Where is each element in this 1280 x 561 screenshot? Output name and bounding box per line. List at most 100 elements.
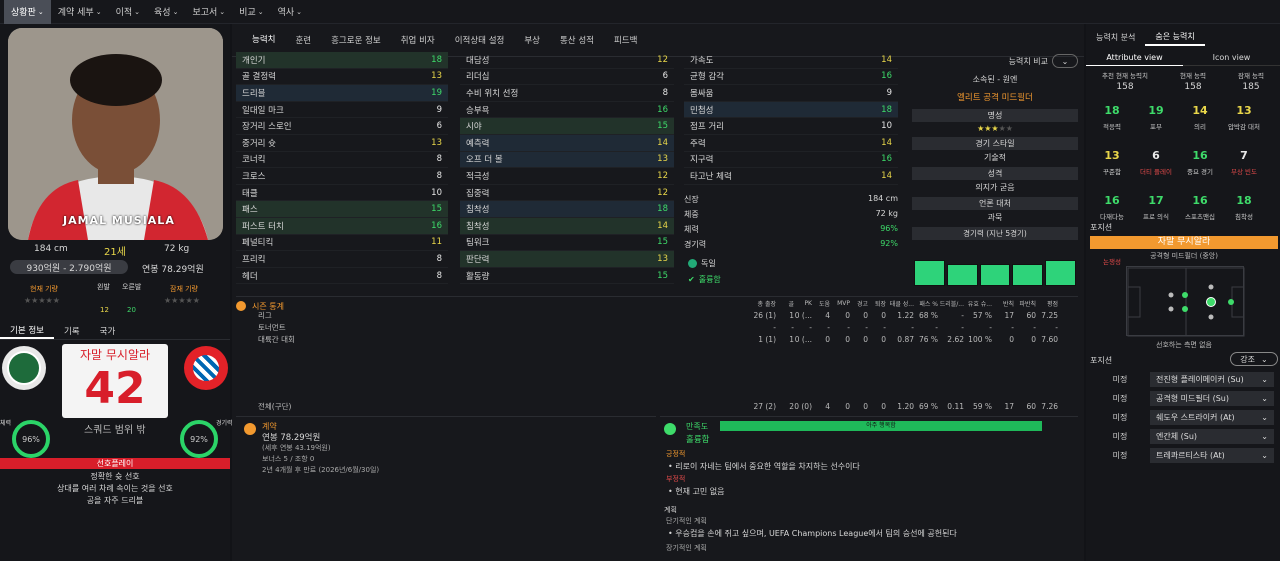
- competition-name: 리그: [258, 310, 272, 320]
- attribute-row[interactable]: 민첩성 18: [684, 101, 898, 119]
- satisfaction-title[interactable]: 만족도: [686, 421, 708, 432]
- attribute-row[interactable]: 골 결정력 13: [236, 69, 448, 86]
- role-dropdown[interactable]: 트레콰르티스타 (At) ⌄: [1150, 448, 1274, 463]
- attribute-row[interactable]: 집중력 12: [460, 185, 674, 202]
- attribute-row[interactable]: 몸싸움 9: [684, 85, 898, 102]
- attribute-row[interactable]: 가속도 14: [684, 52, 898, 69]
- attribute-row[interactable]: 시야 15: [460, 118, 674, 135]
- view-tab-1[interactable]: Icon view: [1183, 50, 1280, 66]
- attribute-name: 민첩성: [690, 105, 714, 116]
- attribute-row[interactable]: 패스 15: [236, 201, 448, 218]
- role-dropdown[interactable]: 전진형 플레이메이커 (Su) ⌄: [1150, 372, 1274, 387]
- attribute-row[interactable]: 크로스 8: [236, 168, 448, 185]
- attribute-row[interactable]: 대담성 12: [460, 52, 674, 69]
- current-ability-label: 현재 기량: [30, 285, 58, 293]
- menu-item-0[interactable]: 상황판 ⌄: [4, 0, 51, 24]
- check-icon: ✔: [688, 275, 695, 284]
- season-cell: -: [883, 322, 886, 332]
- attribute-row[interactable]: 장거리 스로인 6: [236, 118, 448, 135]
- role-dropdown[interactable]: 쉐도우 스트라이커 (At) ⌄: [1150, 410, 1274, 425]
- season-header: PK: [804, 299, 812, 307]
- season-total: 전체(구단) 27 (2) 2 0 (0) 4 0 0 0 1.20 69 % 0.11 59 % 17…: [236, 400, 1078, 412]
- season-row[interactable]: 토너먼트 - - - - - - - - - - - - - -: [236, 321, 1078, 333]
- attribute-row[interactable]: 리더십 6: [460, 69, 674, 86]
- attribute-row[interactable]: 페널티킥 11: [236, 235, 448, 252]
- role-dropdown[interactable]: 공격형 미드필더 (Su) ⌄: [1150, 391, 1274, 406]
- attribute-row[interactable]: 오프 더 볼 13: [460, 151, 674, 169]
- attribute-row[interactable]: 코너킥 8: [236, 152, 448, 169]
- club-role-label: 소속된 - 원엔: [972, 75, 1018, 84]
- player-height: 184 cm: [34, 244, 68, 254]
- hidden-label: 부상 빈도: [1231, 168, 1257, 176]
- attribute-row[interactable]: 일대일 마크 9: [236, 102, 448, 119]
- season-row[interactable]: 리그 26 (1) 1 0 (... 4 0 0 0 1.22 68 % -57 % 17 60 7.25: [236, 309, 1078, 321]
- view-tab-0[interactable]: Attribute view: [1086, 50, 1183, 66]
- attribute-row[interactable]: 점프 거리 10: [684, 118, 898, 135]
- menu-item-3[interactable]: 육성 ⌄: [147, 0, 185, 24]
- attribute-row[interactable]: 헤더 8: [236, 268, 448, 285]
- attribute-row[interactable]: 판단력 13: [460, 251, 674, 268]
- attribute-row[interactable]: 타고난 체력 14: [684, 168, 898, 185]
- attribute-row[interactable]: 개인기 18: [236, 52, 448, 69]
- left-tab-2[interactable]: 국가: [90, 322, 126, 339]
- attribute-value: 14: [657, 137, 668, 148]
- season-total-cell: 0: [863, 401, 868, 411]
- hidden-attribute: 19 포부: [1134, 104, 1178, 131]
- attribute-name: 코너킥: [242, 155, 266, 166]
- hidden-attribute: 16 중요 경기: [1178, 149, 1222, 176]
- attribute-row[interactable]: 지구력 16: [684, 152, 898, 169]
- attribute-row[interactable]: 침착성 18: [460, 201, 674, 218]
- menu-item-6[interactable]: 역사 ⌄: [271, 0, 309, 24]
- left-tab-1[interactable]: 기록: [54, 322, 90, 339]
- season-total-cell: 4: [825, 401, 830, 411]
- hidden-label: 더티 플레이: [1140, 168, 1172, 176]
- attribute-row[interactable]: 적극성 12: [460, 168, 674, 185]
- hidden-value: 18: [1236, 194, 1252, 207]
- right-tab-0[interactable]: 능력치 분석: [1086, 28, 1145, 46]
- attribute-row[interactable]: 태클 10: [236, 185, 448, 202]
- attribute-row[interactable]: 프리킥 8: [236, 251, 448, 268]
- season-cell: 0: [1009, 334, 1014, 344]
- attribute-row[interactable]: 균형 감각 16: [684, 69, 898, 86]
- chevron-down-icon: ⌄: [1261, 413, 1268, 422]
- menu-item-5[interactable]: 비교 ⌄: [232, 0, 270, 24]
- role-text: 엘리트 공격 미드필더: [957, 93, 1033, 103]
- attribute-row[interactable]: 침착성 14: [460, 217, 674, 235]
- menu-item-1[interactable]: 계약 세부 ⌄: [51, 0, 109, 24]
- attribute-row[interactable]: 팀워크 15: [460, 235, 674, 252]
- role-dropdown[interactable]: 엔간체 (Su) ⌄: [1150, 429, 1274, 444]
- attribute-value: 18: [881, 104, 892, 115]
- season-row[interactable]: 대륙간 대회 1 (1) 1 0 (... 0 0 0 0 0.87 76 % 2.62 100 % 0…: [236, 333, 1078, 345]
- attribute-value: 12: [657, 54, 668, 65]
- attribute-row[interactable]: 주력 14: [684, 135, 898, 152]
- attribute-row[interactable]: 퍼스트 터치 16: [236, 217, 448, 235]
- left-tab-0[interactable]: 기본 정보: [0, 322, 54, 339]
- satisfaction-bar: 아주 행복함: [720, 421, 1042, 431]
- attribute-row[interactable]: 활동량 15: [460, 268, 674, 285]
- reputation-stars: ★★★★★: [977, 124, 1013, 133]
- attribute-value: 9: [886, 87, 892, 98]
- attribute-name: 프리킥: [242, 254, 266, 265]
- highlight-dropdown[interactable]: 강조 ⌄: [1230, 352, 1278, 366]
- form-header: 경기력 (지난 5경기): [912, 227, 1078, 240]
- menu-item-4[interactable]: 보고서 ⌄: [185, 0, 232, 24]
- right-tab-1[interactable]: 숨은 능력치: [1145, 28, 1205, 46]
- attribute-row[interactable]: 승부욕 16: [460, 102, 674, 119]
- attribute-row[interactable]: 중거리 슛 13: [236, 135, 448, 152]
- season-total-cell: 0 (0): [794, 401, 812, 411]
- role-status: 미정: [1112, 413, 1128, 422]
- role-name: 엔간체 (Su): [1156, 432, 1198, 441]
- attribute-row[interactable]: 수비 위치 선정 8: [460, 85, 674, 102]
- attribute-value: 14: [881, 170, 892, 181]
- chevron-down-icon: ⌄: [37, 7, 44, 16]
- competition-name: 토너먼트: [258, 322, 286, 332]
- menu-item-2[interactable]: 이적 ⌄: [109, 0, 147, 24]
- attribute-name: 시야: [466, 122, 482, 133]
- compare-dropdown[interactable]: ⌄: [1052, 54, 1078, 68]
- attribute-name: 승부욕: [466, 105, 490, 116]
- season-total-cell: 17: [1004, 401, 1014, 411]
- playstyle-item: 상대를 여러 차례 속이는 것을 선호: [57, 484, 173, 493]
- attribute-row[interactable]: 드리블 19: [236, 85, 448, 102]
- attribute-row[interactable]: 예측력 14: [460, 134, 674, 152]
- hidden-value: 16: [1192, 149, 1208, 162]
